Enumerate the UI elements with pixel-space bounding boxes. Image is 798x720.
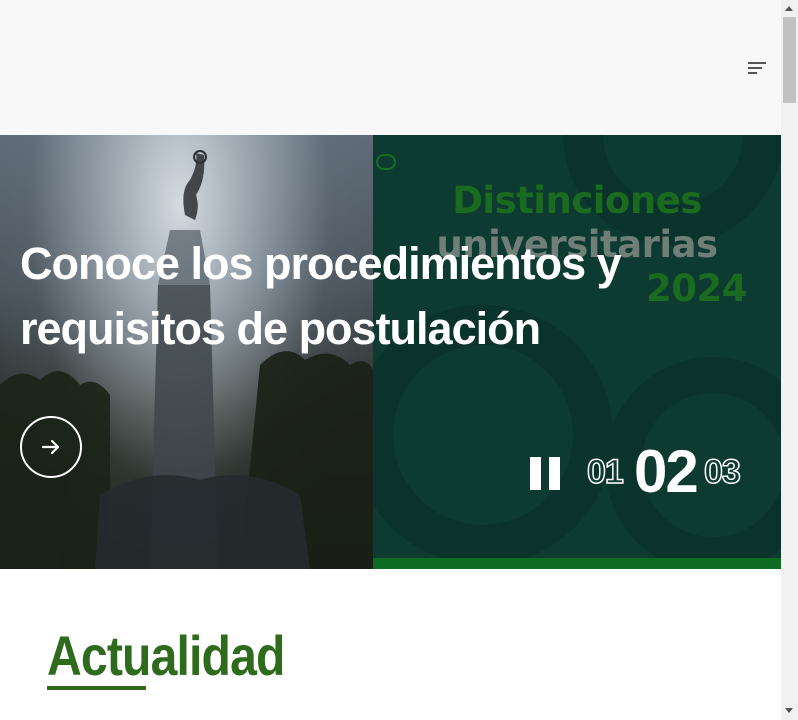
hamburger-menu-icon[interactable] bbox=[744, 58, 770, 78]
hero-carousel: Distinciones universitarias 2024 Conoce … bbox=[0, 135, 781, 569]
scrollbar-thumb[interactable] bbox=[783, 17, 796, 103]
pause-icon[interactable] bbox=[530, 457, 562, 491]
arrow-right-icon bbox=[41, 439, 60, 455]
accent-bar bbox=[373, 558, 781, 569]
slide-indicator-3[interactable]: 03 bbox=[703, 452, 741, 492]
section-title-underline bbox=[47, 686, 146, 690]
site-header bbox=[0, 0, 781, 135]
scroll-up-arrow-icon[interactable] bbox=[785, 6, 793, 11]
slide-indicator-2-active[interactable]: 02 bbox=[634, 437, 699, 506]
page-scrollbar[interactable] bbox=[781, 0, 798, 720]
section-title: Actualidad bbox=[47, 624, 285, 687]
hero-next-button[interactable] bbox=[20, 416, 82, 478]
slide-indicator-1[interactable]: 01 bbox=[586, 452, 624, 492]
scroll-down-arrow-icon[interactable] bbox=[785, 708, 793, 713]
hero-headline: Conoce los procedimientos y requisitos d… bbox=[20, 238, 622, 354]
poster-line-1: Distinciones bbox=[452, 179, 702, 222]
